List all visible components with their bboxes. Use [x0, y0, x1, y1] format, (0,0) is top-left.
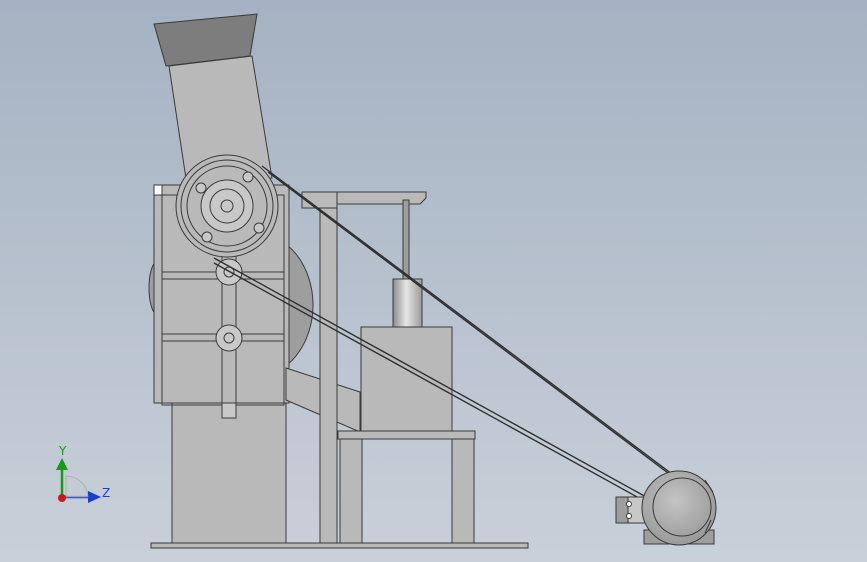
large-pulley-hub — [200, 179, 254, 233]
terminal-screw-2 — [626, 513, 632, 519]
pulley-bolt-4 — [201, 231, 213, 243]
hydraulic-cylinder — [392, 278, 423, 328]
pulley-bolt-1 — [195, 182, 207, 194]
table-top — [337, 430, 476, 440]
terminal-screw-1 — [626, 501, 632, 507]
base-plate — [150, 542, 529, 549]
main-pedestal — [171, 399, 287, 544]
pulley-bolt-2 — [242, 171, 254, 183]
vertical-rod — [402, 199, 410, 283]
y-axis-arrow-head — [56, 458, 68, 470]
coordinate-triad: Y Z — [56, 444, 110, 503]
machine-drawing: Y Z — [56, 13, 717, 549]
table-leg-left — [339, 438, 363, 544]
z-axis-arrow-head — [88, 491, 101, 503]
triad-rotation-arc — [65, 475, 89, 498]
motor-shaft-flange — [615, 496, 629, 524]
support-post — [319, 195, 338, 544]
table-leg-right — [451, 438, 475, 544]
y-axis-label: Y — [58, 444, 67, 458]
housing-corner-block — [153, 184, 163, 196]
z-axis-label: Z — [102, 486, 110, 500]
triad-origin — [58, 494, 66, 502]
housing-foot — [221, 402, 237, 419]
lower-bearing-hub — [215, 324, 243, 352]
pulley-bolt-3 — [253, 222, 265, 234]
